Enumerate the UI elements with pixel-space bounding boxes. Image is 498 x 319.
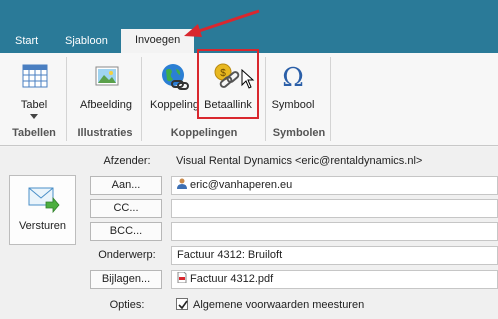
group-label-koppelingen: Koppelingen bbox=[170, 127, 238, 139]
tabel-label: Tabel bbox=[20, 99, 48, 111]
algemene-voorwaarden-checkbox[interactable] bbox=[176, 298, 188, 310]
betaallink-highlight-box bbox=[197, 49, 259, 119]
send-label: Versturen bbox=[18, 220, 67, 232]
group-label-tabellen: Tabellen bbox=[12, 127, 56, 139]
group-separator bbox=[141, 57, 142, 141]
onderwerp-label: Onderwerp: bbox=[98, 249, 156, 261]
opties-label: Opties: bbox=[109, 299, 145, 311]
envelope-send-icon bbox=[28, 187, 60, 214]
aan-button[interactable]: Aan... bbox=[90, 176, 162, 195]
annotation-arrow-icon bbox=[184, 9, 260, 37]
dropdown-arrow-icon bbox=[30, 114, 38, 119]
algemene-voorwaarden-label: Algemene voorwaarden meesturen bbox=[193, 299, 365, 311]
omega-symbol-icon: Ω bbox=[282, 63, 304, 93]
image-icon bbox=[95, 66, 119, 86]
pdf-file-icon bbox=[177, 271, 187, 284]
checkmark-icon bbox=[178, 300, 188, 310]
compose-form: Versturen Afzender: Visual Rental Dynami… bbox=[0, 147, 498, 319]
group-label-illustraties: Illustraties bbox=[77, 127, 133, 139]
link-globe-icon bbox=[162, 64, 189, 90]
contact-person-icon bbox=[177, 178, 187, 189]
koppeling-button[interactable]: Koppeling bbox=[150, 53, 199, 121]
send-button[interactable]: Versturen bbox=[9, 175, 76, 245]
symbool-label: Symbool bbox=[271, 99, 315, 111]
symbool-button[interactable]: Ω Symbool bbox=[271, 53, 315, 121]
afbeelding-label: Afbeelding bbox=[80, 99, 132, 111]
group-label-symbolen: Symbolen bbox=[272, 127, 326, 139]
cc-field[interactable] bbox=[171, 199, 498, 218]
table-icon bbox=[22, 64, 48, 88]
afzender-value: Visual Rental Dynamics <eric@rentaldynam… bbox=[176, 155, 423, 167]
tab-sjabloon[interactable]: Sjabloon bbox=[59, 34, 114, 53]
bcc-button[interactable]: BCC... bbox=[90, 222, 162, 241]
tab-start[interactable]: Start bbox=[9, 34, 44, 53]
bijlagen-field[interactable]: Factuur 4312.pdf bbox=[171, 270, 498, 289]
aan-field[interactable]: eric@vanhaperen.eu bbox=[171, 176, 498, 195]
svg-text:Ω: Ω bbox=[282, 63, 304, 93]
ribbon-tab-bar: Start Sjabloon Invoegen bbox=[0, 0, 498, 53]
tabel-button[interactable]: Tabel bbox=[12, 53, 56, 121]
afzender-label: Afzender: bbox=[103, 155, 151, 167]
koppeling-label: Koppeling bbox=[150, 99, 199, 111]
afbeelding-button[interactable]: Afbeelding bbox=[80, 53, 132, 121]
aan-value: eric@vanhaperen.eu bbox=[190, 179, 293, 191]
opties-row: Algemene voorwaarden meesturen bbox=[171, 297, 498, 316]
onderwerp-field[interactable]: Factuur 4312: Bruiloft bbox=[171, 246, 498, 265]
bijlagen-value: Factuur 4312.pdf bbox=[190, 273, 274, 285]
group-separator bbox=[66, 57, 67, 141]
cc-button[interactable]: CC... bbox=[90, 199, 162, 218]
bcc-field[interactable] bbox=[171, 222, 498, 241]
bijlagen-button[interactable]: Bijlagen... bbox=[90, 270, 162, 289]
